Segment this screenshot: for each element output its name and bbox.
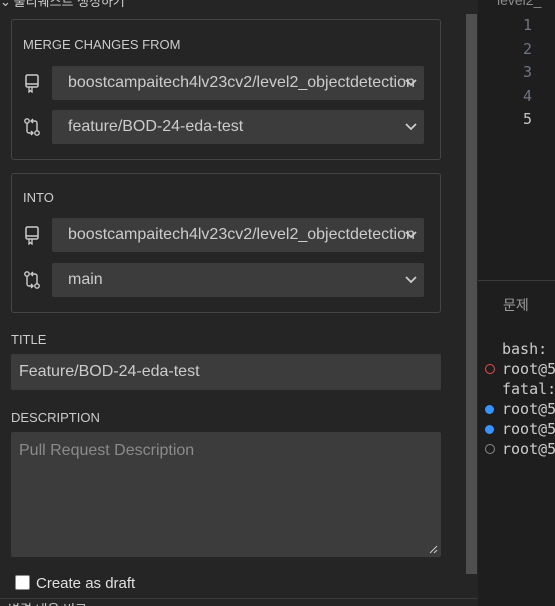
- line-number: 5: [522, 110, 532, 128]
- command-success-icon[interactable]: [485, 405, 494, 414]
- into-branch-value: main: [68, 271, 103, 288]
- command-success-icon[interactable]: [485, 425, 494, 434]
- merge-from-group: MERGE CHANGES FROM boostcampaitech4lv23c…: [11, 19, 441, 160]
- terminal-line: root@5: [485, 439, 555, 459]
- merge-from-branch-row: feature/BOD-24-eda-test: [12, 110, 442, 144]
- terminal-line: root@5: [485, 399, 555, 419]
- merge-from-repo-value: boostcampaitech4lv23cv2/level2_objectdet…: [68, 74, 415, 91]
- title-input[interactable]: Feature/BOD-24-eda-test: [11, 354, 441, 390]
- draft-checkbox[interactable]: [15, 575, 30, 590]
- compare-changes-header[interactable]: 변경 내용 비교: [0, 598, 478, 606]
- into-branch-row: main: [12, 263, 442, 297]
- line-number: 1: [522, 16, 532, 34]
- chevron-down-icon: [405, 276, 417, 284]
- description-label: DESCRIPTION: [11, 410, 100, 425]
- repo-icon: [25, 74, 39, 93]
- bottom-panel: 문제 bash: root@5 fatal: root@5 root@5 root@5: [478, 280, 555, 606]
- resize-grip-icon[interactable]: [428, 544, 438, 554]
- merge-from-repo-row: boostcampaitech4lv23cv2/level2_objectdet…: [12, 66, 442, 100]
- into-repo-value: boostcampaitech4lv23cv2/level2_objectdet…: [68, 226, 415, 243]
- line-number: 2: [522, 39, 532, 58]
- create-pull-request-panel: ⌄ 풀리퀘스트 생성하기 MERGE CHANGES FROM boostcam…: [0, 0, 478, 606]
- terminal-line: bash:: [485, 339, 555, 359]
- terminal-line-text: root@5: [502, 400, 555, 418]
- editor-tab[interactable]: level2_: [497, 0, 541, 8]
- chevron-down-icon: ⌄: [0, 0, 11, 9]
- chevron-down-icon: [405, 231, 417, 239]
- chevron-down-icon: [405, 123, 417, 131]
- terminal-line: root@5: [485, 359, 555, 379]
- into-branch-select[interactable]: main: [52, 263, 424, 297]
- line-number-gutter: 1 2 3 4 5: [478, 14, 534, 132]
- title-value: Feature/BOD-24-eda-test: [19, 363, 200, 380]
- terminal-line-text: bash:: [502, 340, 548, 358]
- panel-header[interactable]: ⌄ 풀리퀘스트 생성하기: [0, 0, 125, 9]
- terminal-line-text: root@5: [502, 420, 555, 438]
- git-compare-icon: [24, 271, 40, 289]
- draft-label: Create as draft: [36, 575, 136, 592]
- panel-scrollbar[interactable]: [466, 14, 477, 574]
- terminal-line-text: root@5: [502, 440, 555, 458]
- create-as-draft-option[interactable]: Create as draft: [15, 575, 135, 593]
- git-compare-icon: [24, 118, 40, 136]
- terminal-line: fatal:: [485, 379, 555, 399]
- terminal-line-text: fatal:: [502, 380, 555, 398]
- tab-problems[interactable]: 문제: [503, 295, 529, 315]
- merge-from-label: MERGE CHANGES FROM: [23, 37, 181, 52]
- command-error-icon[interactable]: [485, 364, 495, 374]
- merge-from-repo-select[interactable]: boostcampaitech4lv23cv2/level2_objectdet…: [52, 66, 424, 100]
- line-number: 4: [522, 86, 532, 105]
- terminal-line-text: root@5: [502, 360, 555, 378]
- into-group: INTO boostcampaitech4lv23cv2/level2_obje…: [11, 173, 441, 313]
- panel-header-title: 풀리퀘스트 생성하기: [13, 0, 125, 9]
- into-repo-row: boostcampaitech4lv23cv2/level2_objectdet…: [12, 218, 442, 252]
- line-number: 3: [522, 63, 532, 81]
- merge-from-branch-select[interactable]: feature/BOD-24-eda-test: [52, 110, 424, 144]
- command-decoration-icon[interactable]: [485, 444, 495, 454]
- description-placeholder: Pull Request Description: [19, 442, 195, 459]
- into-repo-select[interactable]: boostcampaitech4lv23cv2/level2_objectdet…: [52, 218, 424, 252]
- repo-icon: [25, 226, 39, 245]
- terminal-line: root@5: [485, 419, 555, 439]
- description-textarea[interactable]: Pull Request Description: [11, 432, 441, 557]
- editor-area: level2_ 1 2 3 4 5: [478, 0, 555, 280]
- chevron-down-icon: [405, 79, 417, 87]
- terminal-output: bash: root@5 fatal: root@5 root@5 root@5: [485, 339, 555, 459]
- title-label: TITLE: [11, 332, 47, 347]
- into-label: INTO: [23, 190, 54, 205]
- merge-from-branch-value: feature/BOD-24-eda-test: [68, 118, 244, 135]
